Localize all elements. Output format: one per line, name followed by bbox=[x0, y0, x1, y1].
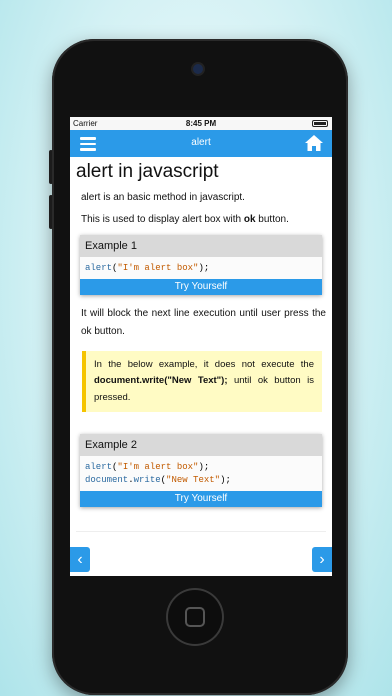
example-2-title: Example 2 bbox=[80, 434, 322, 457]
home-hardware-button[interactable] bbox=[166, 588, 224, 646]
example-1-box: Example 1 alert("I'm alert box"); Try Yo… bbox=[80, 235, 322, 295]
block-explanation: It will block the next line execution un… bbox=[81, 307, 326, 338]
nav-bar: alert bbox=[70, 130, 332, 157]
home-icon[interactable] bbox=[304, 134, 324, 152]
example-2-box: Example 2 alert("I'm alert box"); docume… bbox=[80, 434, 322, 507]
nav-title: alert bbox=[191, 137, 211, 148]
page-title: alert in javascript bbox=[76, 161, 219, 182]
battery-icon bbox=[312, 120, 328, 127]
try-yourself-button-1[interactable]: Try Yourself bbox=[80, 278, 322, 295]
prev-page-button[interactable]: ‹ bbox=[70, 547, 90, 572]
code-line: document.write("New Text"); bbox=[85, 475, 231, 486]
status-bar: Carrier 8:45 PM bbox=[70, 117, 332, 130]
try-yourself-button-2[interactable]: Try Yourself bbox=[80, 490, 322, 507]
next-page-button[interactable]: › bbox=[312, 547, 332, 572]
app-screen: Carrier 8:45 PM alert alert in javascrip… bbox=[70, 117, 332, 576]
intro-line-1: alert is an basic method in javascript. bbox=[81, 192, 245, 203]
divider bbox=[76, 530, 326, 532]
example-1-title: Example 1 bbox=[80, 235, 322, 257]
example-2-code: alert("I'm alert box"); document.write("… bbox=[80, 456, 322, 491]
page-content: alert in javascript alert is an basic me… bbox=[70, 161, 332, 532]
example-1-code: alert("I'm alert box"); bbox=[80, 257, 322, 279]
code-line: alert("I'm alert box"); bbox=[85, 462, 210, 473]
note-box: In the below example, it does not execut… bbox=[82, 350, 322, 413]
camera-icon bbox=[193, 64, 203, 74]
intro-line-2: This is used to display alert box with o… bbox=[81, 214, 289, 225]
status-time: 8:45 PM bbox=[185, 119, 217, 128]
